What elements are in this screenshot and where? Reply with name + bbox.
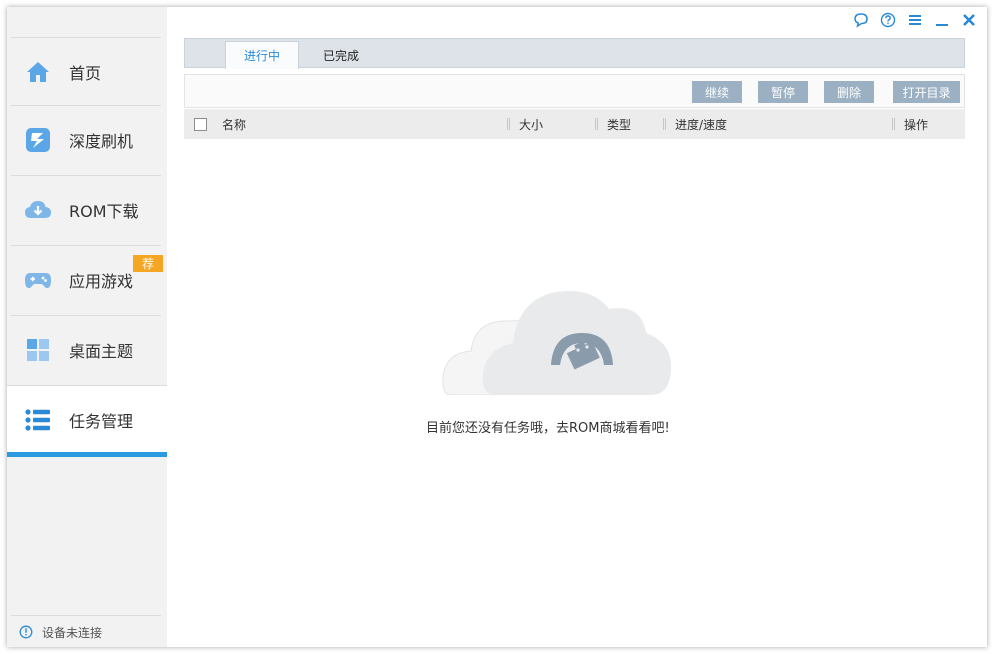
column-type[interactable]: 类型 (607, 109, 631, 139)
minimize-icon[interactable] (930, 10, 954, 30)
task-tabs: 进行中 已完成 (184, 38, 965, 69)
sidebar-item-home[interactable]: 首页 (11, 37, 161, 106)
select-all-checkbox[interactable] (194, 118, 207, 131)
sidebar-item-label: ROM下载 (69, 202, 139, 221)
sidebar-item-label: 深度刷机 (69, 132, 134, 151)
flash-icon (23, 125, 53, 155)
column-divider[interactable] (663, 118, 666, 130)
sidebar-item-tasks[interactable]: 任务管理 (7, 385, 167, 454)
sidebar-item-label: 桌面主题 (69, 342, 134, 361)
task-toolbar: 继续 暂停 删除 打开目录 (184, 74, 965, 108)
column-name[interactable]: 名称 (222, 109, 246, 139)
list-icon (23, 405, 53, 435)
pause-button[interactable]: 暂停 (758, 81, 808, 103)
column-action[interactable]: 操作 (904, 109, 928, 139)
menu-icon[interactable] (903, 10, 927, 30)
sidebar-item-rom-download[interactable]: ROM下载 (11, 175, 161, 244)
cloud-download-icon (23, 195, 53, 225)
continue-button[interactable]: 继续 (692, 81, 742, 103)
sidebar-item-label: 任务管理 (69, 412, 134, 431)
feedback-icon[interactable] (849, 10, 873, 30)
tab-completed[interactable]: 已完成 (301, 41, 381, 69)
active-indicator (7, 452, 167, 457)
help-icon[interactable] (876, 10, 900, 30)
empty-message-text: 目前您还没有任务哦，去ROM商城看看吧! (426, 421, 670, 436)
app-window: 首页 深度刷机 ROM下载 应用游戏 桌面主题 任务管理 荐 设备未连接 进行中… (7, 7, 987, 647)
table-header: 名称 大小 类型 进度/速度 操作 (184, 109, 965, 139)
column-progress[interactable]: 进度/速度 (675, 109, 727, 139)
column-divider[interactable] (507, 118, 510, 130)
sidebar-item-flash[interactable]: 深度刷机 (11, 105, 161, 174)
column-size[interactable]: 大小 (519, 109, 543, 139)
window-controls (846, 10, 981, 30)
tab-in-progress[interactable]: 进行中 (225, 41, 299, 69)
sidebar: 首页 深度刷机 ROM下载 应用游戏 桌面主题 任务管理 荐 设备未连接 (7, 7, 167, 647)
close-icon[interactable] (957, 10, 981, 30)
delete-button[interactable]: 删除 (824, 81, 874, 103)
device-status-label: 设备未连接 (42, 625, 103, 640)
home-icon (23, 57, 53, 87)
column-divider[interactable] (595, 118, 598, 130)
grid-icon (23, 335, 53, 365)
column-divider[interactable] (892, 118, 895, 130)
empty-cloud-illustration (441, 283, 672, 399)
gamepad-icon (23, 265, 53, 295)
open-directory-button[interactable]: 打开目录 (893, 81, 960, 103)
sidebar-item-label: 应用游戏 (69, 272, 134, 291)
sidebar-item-themes[interactable]: 桌面主题 (11, 315, 161, 384)
sidebar-item-label: 首页 (69, 64, 102, 83)
recommend-badge: 荐 (133, 255, 163, 272)
device-status: 设备未连接 (11, 615, 161, 647)
info-icon (19, 625, 33, 639)
